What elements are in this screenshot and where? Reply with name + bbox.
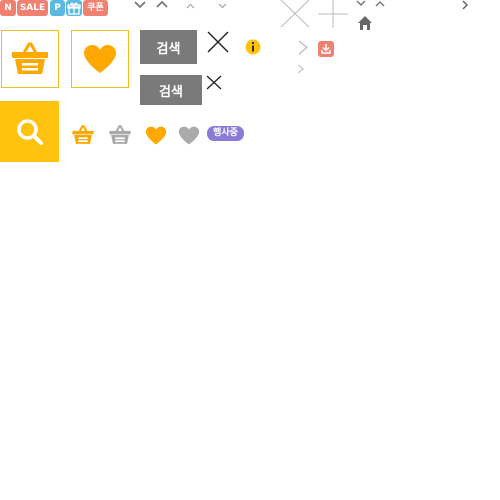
chevron-down-icon[interactable] <box>134 0 146 9</box>
new-badge: N <box>0 0 16 16</box>
close-icon[interactable] <box>206 31 230 53</box>
basket-icon <box>12 42 48 74</box>
gift-badge <box>66 0 82 16</box>
heart-icon[interactable] <box>145 126 167 145</box>
heart-icon <box>84 45 116 73</box>
chevron-right-icon[interactable] <box>297 64 305 74</box>
chevron-right-icon[interactable] <box>297 40 309 55</box>
chevron-down-icon[interactable] <box>218 3 227 9</box>
sale-badge: SALE <box>17 0 48 16</box>
basket-icon[interactable] <box>108 125 132 145</box>
event-badge: 행사중 <box>207 126 244 141</box>
add-to-cart-button[interactable] <box>1 30 59 88</box>
search-icon <box>16 118 43 145</box>
chevron-down-icon[interactable] <box>356 0 366 7</box>
search-button[interactable] <box>0 101 59 162</box>
info-icon[interactable] <box>245 39 261 55</box>
close-icon[interactable] <box>280 0 310 28</box>
wishlist-button[interactable] <box>71 30 129 88</box>
chevron-up-icon[interactable] <box>186 3 195 9</box>
point-badge: P <box>50 0 65 16</box>
plus-icon[interactable] <box>318 0 348 28</box>
chevron-up-icon[interactable] <box>156 0 168 9</box>
heart-icon[interactable] <box>178 126 200 145</box>
chevron-up-icon[interactable] <box>375 0 385 7</box>
download-icon[interactable] <box>318 41 334 57</box>
search-button[interactable]: 검색 <box>140 75 202 105</box>
gift-icon <box>67 2 81 15</box>
home-icon[interactable] <box>357 15 373 31</box>
basket-icon[interactable] <box>71 125 95 145</box>
coupon-badge: 쿠폰 <box>83 0 108 16</box>
search-button[interactable]: 검색 <box>140 30 197 64</box>
close-icon[interactable] <box>206 75 222 90</box>
chevron-right-icon[interactable] <box>462 0 469 10</box>
